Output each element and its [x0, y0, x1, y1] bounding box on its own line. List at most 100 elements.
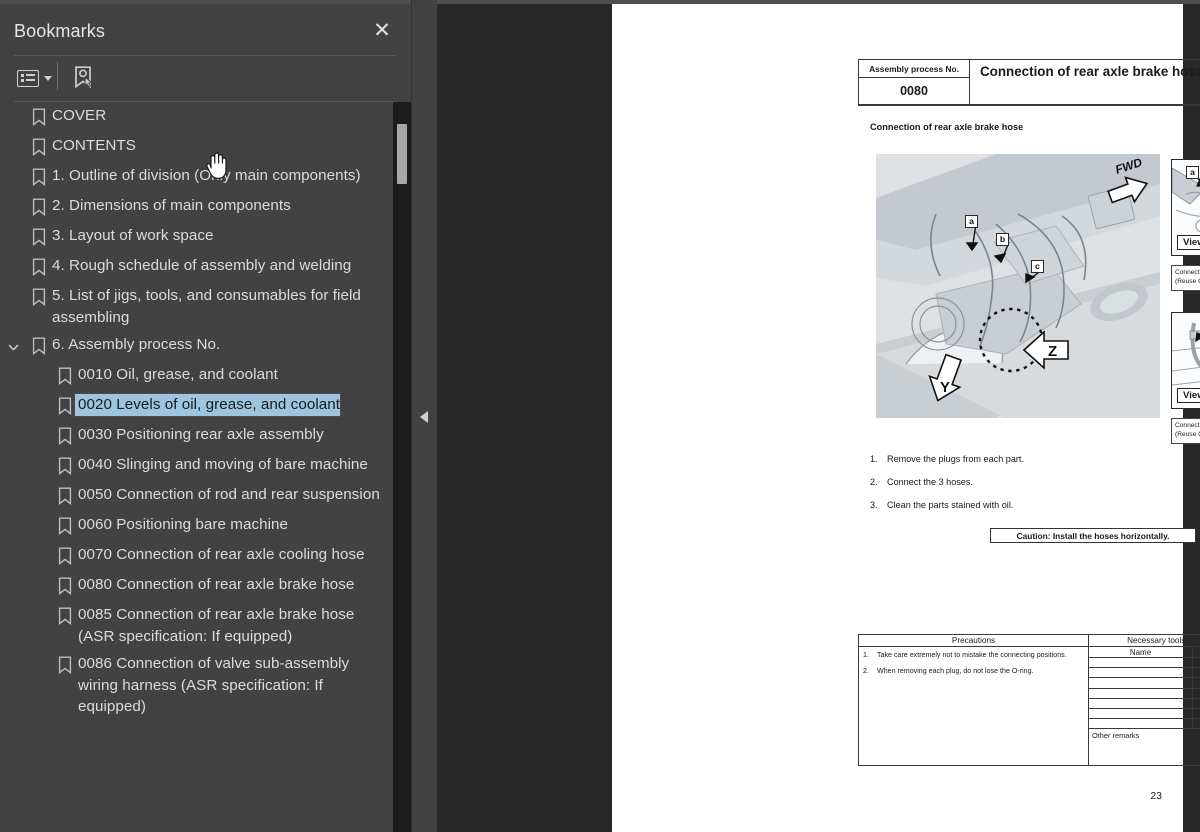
- bookmark-item-label: 0050 Connection of rod and rear suspensi…: [78, 486, 380, 503]
- step-number: 1.: [870, 454, 878, 464]
- bookmark-item[interactable]: 0085 Connection of rear axle brake hose …: [0, 601, 392, 650]
- side-view-y: a b c View Y: [1171, 159, 1200, 256]
- bookmark-item-label: 2. Dimensions of main components: [52, 197, 291, 214]
- close-icon[interactable]: ✕: [371, 20, 393, 43]
- bookmark-item[interactable]: 4. Rough schedule of assembly and weldin…: [0, 252, 392, 282]
- view-marker-z: Z: [1022, 330, 1069, 370]
- bookmark-item[interactable]: 3. Layout of work space: [0, 222, 392, 252]
- bookmark-item[interactable]: 1. Outline of division (Only main compon…: [0, 162, 392, 192]
- precautions-column: Precautions 1. Take care extremely not to…: [859, 635, 1089, 765]
- bookmark-item-label: 1. Outline of division (Only main compon…: [52, 167, 361, 184]
- bookmark-item-label: 5. List of jigs, tools, and consumables …: [52, 287, 361, 326]
- bookmark-item[interactable]: CONTENTS: [0, 132, 392, 162]
- bookmark-icon: [26, 105, 52, 126]
- chevron-down-icon[interactable]: [0, 334, 26, 356]
- bookmark-item-label: 0020 Levels of oil, grease, and coolant: [73, 393, 342, 417]
- step-number: 3.: [870, 500, 878, 510]
- bookmark-item[interactable]: 6. Assembly process No.: [0, 331, 392, 361]
- procedure-step: 1. Remove the plugs from each part.: [870, 454, 1170, 464]
- chevron-spacer: [0, 484, 26, 506]
- callout-b-main: b: [996, 233, 1009, 246]
- bookmark-item-label: 6. Assembly process No.: [52, 336, 221, 353]
- chevron-spacer: [0, 604, 26, 626]
- step-text: Remove the plugs from each part.: [887, 454, 1024, 464]
- tools-name-cell: [1089, 688, 1193, 698]
- collapse-left-icon[interactable]: [420, 411, 428, 423]
- tools-qty-cell: [1193, 689, 1200, 698]
- process-no-label: Assembly process No.: [859, 60, 969, 78]
- bookmark-icon: [52, 364, 78, 385]
- bookmark-icon: [26, 135, 52, 156]
- tools-qty-cell: [1193, 719, 1200, 728]
- tools-qty-cell: [1193, 658, 1200, 667]
- table-row: [1089, 698, 1200, 709]
- procedure-step: 2. Connect the 3 hoses.: [870, 477, 1170, 487]
- bookmark-item[interactable]: 0060 Positioning bare machine: [0, 511, 392, 541]
- svg-text:Y: Y: [940, 379, 950, 396]
- panel-splitter[interactable]: [411, 0, 437, 832]
- bookmarks-toolbar: [0, 58, 410, 100]
- table-row: [1089, 668, 1200, 679]
- procedure-steps: 1. Remove the plugs from each part. 2. Conn…: [870, 454, 1170, 523]
- chevron-spacer: [0, 424, 26, 446]
- fwd-arrow-icon: [1107, 176, 1149, 204]
- chevron-spacer: [0, 165, 26, 187]
- bookmark-icon: [26, 225, 52, 246]
- bookmark-item[interactable]: 2. Dimensions of main components: [0, 192, 392, 222]
- chevron-down-icon: [44, 75, 52, 81]
- bookmark-icon: [52, 604, 78, 625]
- bookmark-item[interactable]: COVER: [0, 102, 392, 132]
- bookmark-icon: [52, 653, 78, 674]
- bookmark-icon: [26, 195, 52, 216]
- bookmark-icon: [52, 484, 78, 505]
- chevron-spacer: [0, 653, 26, 675]
- pdf-viewer-window: Bookmarks ✕ COVER CONTENTS 1. Outline of d…: [0, 0, 1200, 832]
- precautions-header: Precautions: [859, 635, 1088, 647]
- bookmark-item[interactable]: 0070 Connection of rear axle cooling hos…: [0, 541, 392, 571]
- table-row: [1089, 658, 1200, 669]
- bookmark-item[interactable]: 5. List of jigs, tools, and consumables …: [0, 282, 392, 331]
- document-viewer: Assembly process No. 0080 Connection of …: [437, 0, 1200, 832]
- document-page: Assembly process No. 0080 Connection of …: [612, 4, 1200, 832]
- precautions-body: 1. Take care extremely not to mistake the…: [859, 647, 1088, 677]
- tools-qty-cell: [1193, 678, 1200, 687]
- tools-name-cell: [1089, 658, 1193, 668]
- bookmark-item-label: 3. Layout of work space: [52, 227, 214, 244]
- bookmark-item-label: 0010 Oil, grease, and coolant: [78, 366, 278, 383]
- precaution-text: Take care extremely not to mistake the c…: [877, 651, 1067, 659]
- bookmark-item-label: CONTENTS: [52, 137, 136, 154]
- bookmark-item[interactable]: 0020 Levels of oil, grease, and coolant: [0, 391, 392, 421]
- list-options-icon: [17, 69, 39, 87]
- bookmark-item[interactable]: 0030 Positioning rear axle assembly: [0, 421, 392, 451]
- bookmark-item-label: 0030 Positioning rear axle assembly: [78, 426, 324, 443]
- tools-name-cell: [1089, 678, 1193, 688]
- tools-header: Necessary tools: [1089, 635, 1200, 647]
- header-rule: [858, 105, 1200, 107]
- bookmark-item[interactable]: 0010 Oil, grease, and coolant: [0, 361, 392, 391]
- list-options-button[interactable]: [17, 64, 52, 92]
- bookmark-item[interactable]: 0050 Connection of rod and rear suspensi…: [0, 481, 392, 511]
- panel-title: Bookmarks: [14, 21, 105, 41]
- bookmark-item[interactable]: 0080 Connection of rear axle brake hose: [0, 571, 392, 601]
- precaution-number: 1.: [863, 651, 869, 659]
- page-title: Connection of rear axle brake hose: [980, 64, 1200, 79]
- bookmark-icon: [52, 514, 78, 535]
- page-number: 23: [1150, 790, 1162, 802]
- bookmark-item[interactable]: 0040 Slinging and moving of bare machine: [0, 451, 392, 481]
- chevron-spacer: [0, 135, 26, 157]
- table-empty-rows: [1089, 658, 1200, 730]
- step-text: Connect the 3 hoses.: [887, 477, 973, 487]
- chevron-spacer: [0, 574, 26, 596]
- bookmark-icon: [26, 165, 52, 186]
- add-bookmark-button[interactable]: [71, 63, 95, 91]
- chevron-spacer: [0, 105, 26, 127]
- bookmark-item-label: 0060 Positioning bare machine: [78, 516, 288, 533]
- bookmark-item-label: 0086 Connection of valve sub-assembly wi…: [78, 655, 350, 715]
- tools-qty-header: Q'ty: [1193, 647, 1200, 657]
- bookmarks-scrollbar-thumb[interactable]: [397, 124, 407, 184]
- tools-name-cell: [1089, 719, 1193, 729]
- bookmark-item[interactable]: 0086 Connection of valve sub-assembly wi…: [0, 650, 392, 721]
- bookmarks-scrollbar[interactable]: [393, 102, 411, 832]
- table-row: [1089, 719, 1200, 730]
- bookmark-icon: [26, 255, 52, 276]
